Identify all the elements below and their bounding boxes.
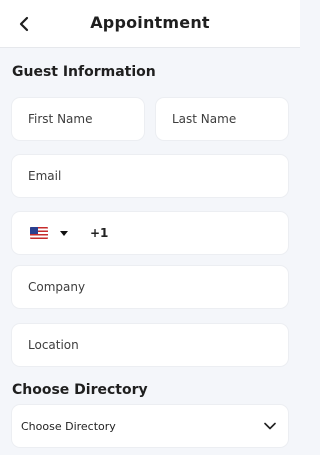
email-field[interactable]: Email <box>12 155 288 197</box>
page-title: Appointment <box>90 13 210 32</box>
app-header: Appointment <box>0 0 300 48</box>
directory-selected-value: Choose Directory <box>21 419 116 433</box>
choose-directory-heading: Choose Directory <box>12 382 148 398</box>
company-field[interactable]: Company <box>12 266 288 308</box>
first-name-field[interactable]: First Name <box>12 98 144 140</box>
directory-select[interactable]: Choose Directory <box>12 405 288 447</box>
email-placeholder: Email <box>28 169 62 183</box>
last-name-field[interactable]: Last Name <box>156 98 288 140</box>
location-field[interactable]: Location <box>12 324 288 366</box>
location-placeholder: Location <box>28 338 79 352</box>
first-name-placeholder: First Name <box>28 112 93 126</box>
company-placeholder: Company <box>28 280 86 294</box>
us-flag-icon[interactable] <box>30 227 48 239</box>
dial-code: +1 <box>90 226 109 240</box>
last-name-placeholder: Last Name <box>172 112 237 126</box>
country-dropdown-icon[interactable] <box>60 230 68 236</box>
chevron-down-icon <box>264 422 276 430</box>
phone-field[interactable]: +1 <box>12 212 288 254</box>
guest-information-heading: Guest Information <box>12 64 156 80</box>
